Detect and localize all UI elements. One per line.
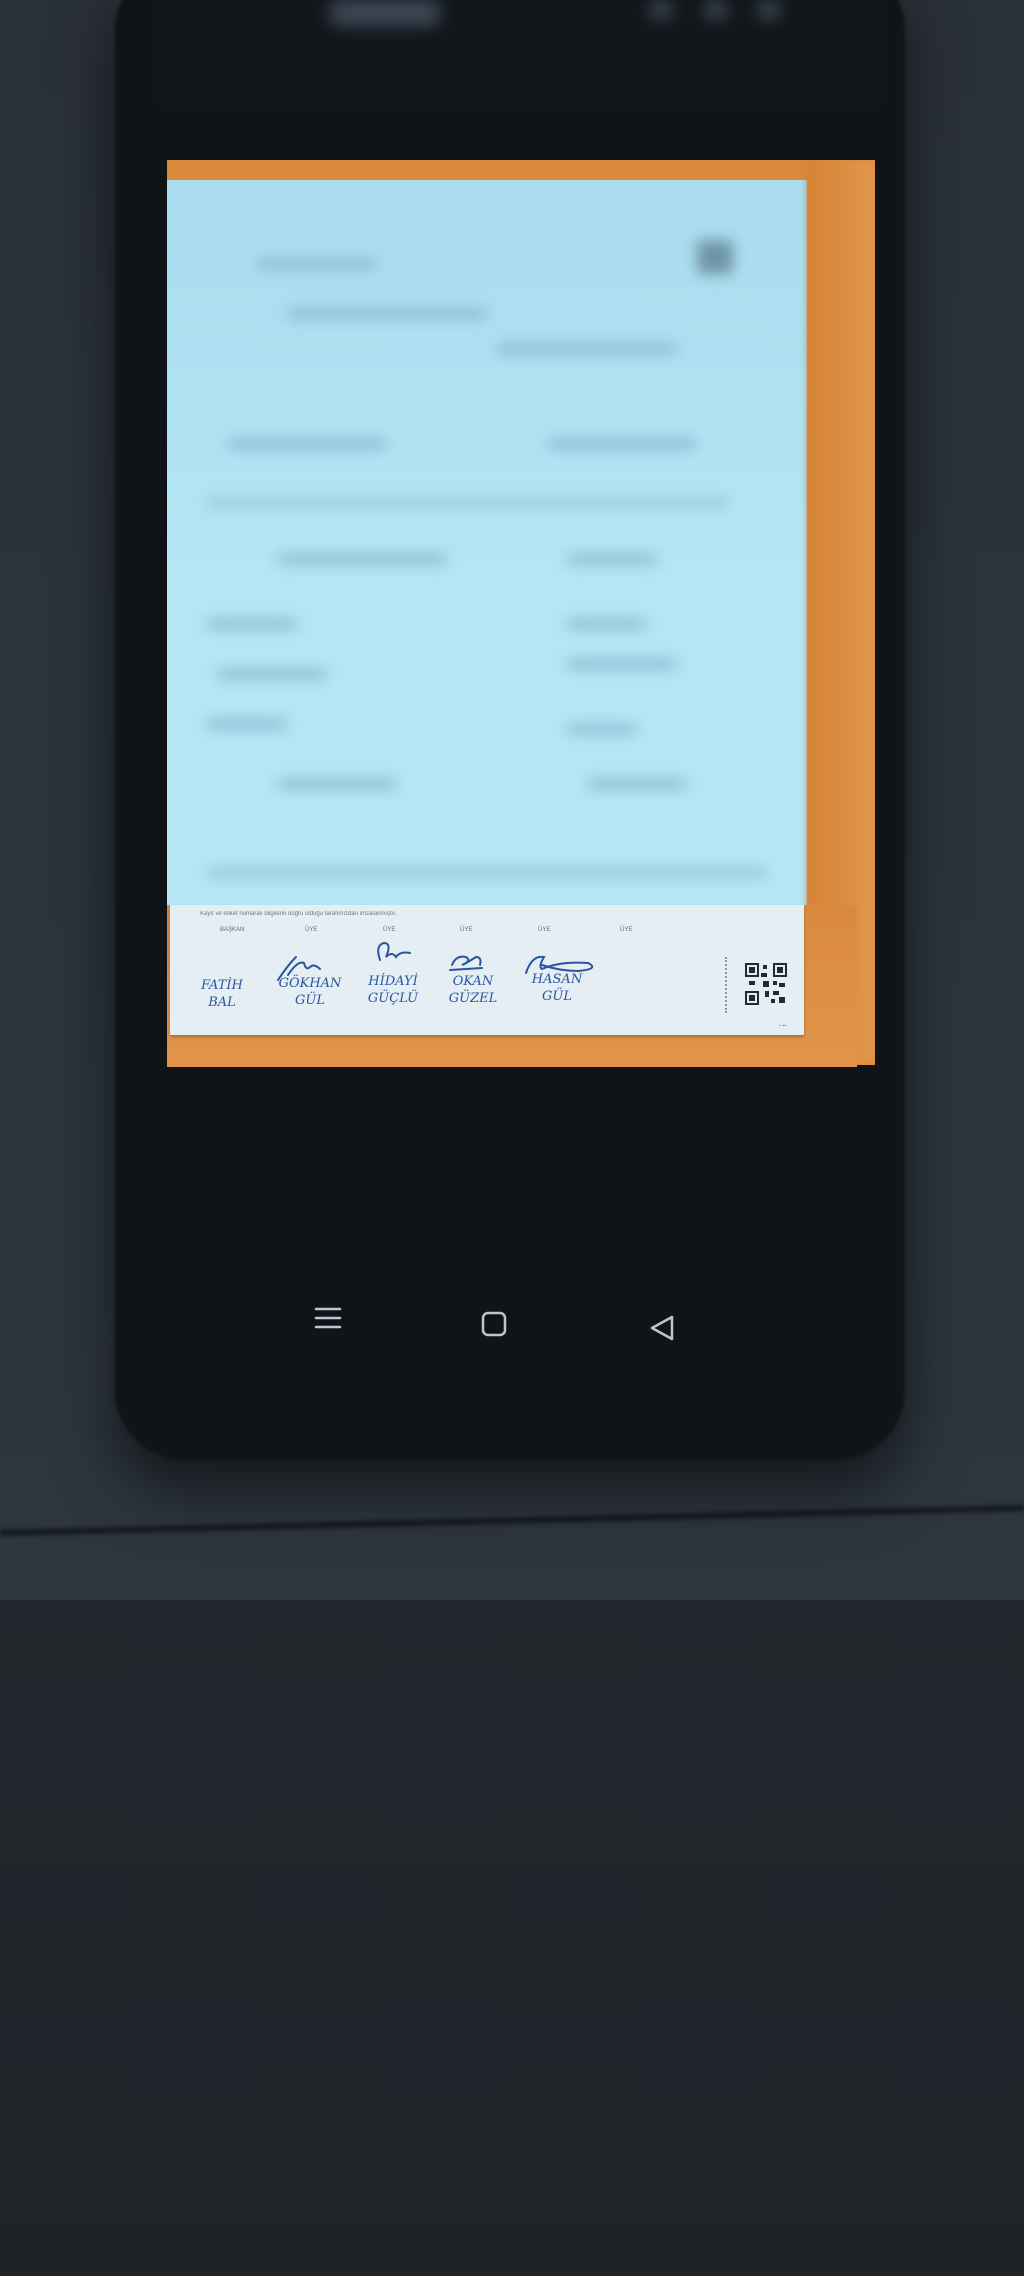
text-line bbox=[547, 440, 697, 448]
photo-scene: Kayıt ve etiket numaralı bilgilerin doğr… bbox=[0, 0, 1024, 2276]
signatory-name: FATİH BAL bbox=[192, 977, 252, 1011]
text-line bbox=[567, 620, 647, 628]
signatory-name: OKAN GÜZEL bbox=[438, 973, 508, 1007]
text-line bbox=[277, 555, 447, 563]
text-line bbox=[567, 555, 657, 563]
signatory-last-name: GÜZEL bbox=[448, 991, 498, 1006]
qr-border-line bbox=[725, 957, 733, 1013]
back-icon[interactable] bbox=[648, 1314, 676, 1342]
signatory-first-name: GÖKHAN bbox=[278, 976, 342, 991]
slip-footer-mark: ▪ ▪▪ bbox=[779, 1023, 786, 1029]
text-line bbox=[587, 780, 687, 788]
signatory-name: HASAN GÜL bbox=[522, 971, 592, 1005]
signatory-name: GÖKHAN GÜL bbox=[275, 975, 345, 1009]
phone-status-area bbox=[160, 0, 880, 110]
floor-surface bbox=[0, 1600, 1024, 2276]
signatory-last-name: GÜL bbox=[542, 989, 572, 1004]
text-line bbox=[217, 670, 327, 678]
text-line bbox=[207, 620, 297, 628]
status-icon bbox=[758, 0, 780, 20]
text-line bbox=[207, 500, 727, 505]
signatory-first-name: OKAN bbox=[452, 974, 494, 989]
text-line bbox=[277, 780, 397, 788]
status-icon bbox=[705, 0, 727, 20]
text-line bbox=[567, 660, 677, 668]
signatory-name: HİDAYİ GÜÇLÜ bbox=[358, 973, 428, 1007]
handwritten-signatures bbox=[277, 941, 594, 981]
text-line bbox=[257, 260, 377, 268]
status-bar-text bbox=[330, 0, 440, 26]
signature-slip: Kayıt ve etiket numaralı bilgilerin doğr… bbox=[170, 905, 804, 1035]
signatory-last-name: GÜÇLÜ bbox=[367, 991, 419, 1006]
home-icon[interactable] bbox=[480, 1310, 508, 1338]
text-line bbox=[567, 725, 637, 733]
signatory-last-name: BAL bbox=[208, 995, 236, 1010]
signatory-last-name: GÜL bbox=[295, 993, 325, 1008]
text-line bbox=[497, 345, 677, 353]
stamp-mark bbox=[697, 240, 733, 274]
status-icon bbox=[650, 0, 672, 20]
text-line bbox=[287, 310, 487, 318]
signatory-first-name: FATİH bbox=[201, 978, 243, 993]
signatory-first-name: HASAN bbox=[531, 972, 583, 987]
qr-code bbox=[745, 963, 787, 1005]
text-line bbox=[227, 440, 387, 448]
text-line bbox=[207, 870, 767, 876]
menu-icon[interactable] bbox=[314, 1304, 342, 1332]
signatory-first-name: HİDAYİ bbox=[368, 974, 418, 989]
text-line bbox=[207, 720, 287, 728]
